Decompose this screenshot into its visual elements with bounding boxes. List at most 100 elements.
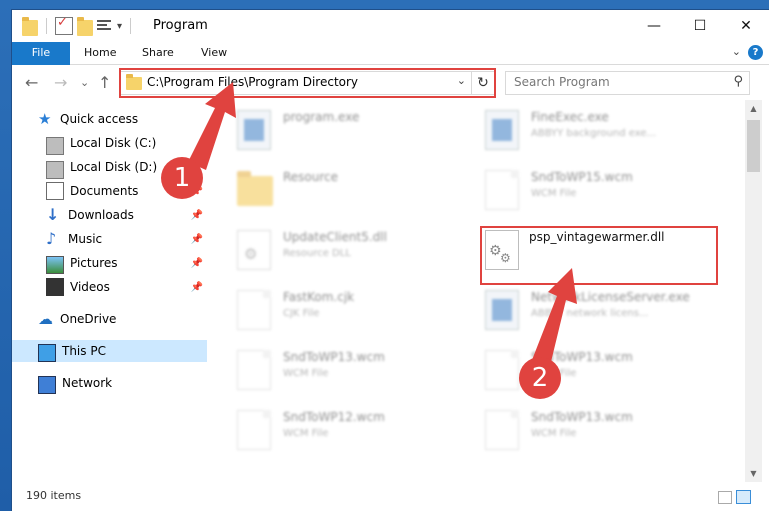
file-type: WCM File [283,368,329,379]
sidebar-item-label: Videos [70,280,110,294]
folder-icon [237,171,273,206]
file-type: WCM File [531,428,577,439]
help-icon[interactable]: ? [748,45,763,60]
pin-icon[interactable]: 📌 [191,234,203,245]
file-type: WCM File [531,188,577,199]
close-button[interactable]: ✕ [723,10,769,42]
search-box[interactable]: Search Program ⚲ [505,71,750,95]
star-icon: ★ [38,110,52,128]
forward-button[interactable]: → [54,73,67,92]
application-icon [485,110,519,150]
sidebar-item-label: Documents [70,184,139,198]
status-bar: 190 items [12,482,769,511]
document-icon [237,410,271,450]
tab-view[interactable]: View [189,42,239,64]
network-icon [38,376,56,394]
step-badge-2: 2 [519,357,561,399]
file-name: FineExec.exe [531,110,609,124]
pin-icon[interactable]: 📌 [191,258,203,269]
new-folder-icon[interactable] [77,17,93,36]
pc-icon [38,344,56,362]
pin-icon[interactable]: 📌 [191,210,203,221]
minimize-button[interactable]: — [631,10,677,42]
search-icon[interactable]: ⚲ [733,74,743,89]
properties-check-icon[interactable] [55,15,73,35]
pictures-icon [46,256,64,274]
sidebar-item-label: OneDrive [60,312,117,326]
sidebar-item-downloads[interactable]: ↓ Downloads 📌 [12,204,207,226]
tab-share[interactable]: Share [130,42,186,64]
file-item[interactable]: SndToWP15.wcm WCM File [469,162,709,218]
application-icon [237,110,271,150]
document-icon [485,410,519,450]
maximize-button[interactable]: ☐ [677,10,723,42]
window-controls: — ☐ ✕ [631,10,769,42]
scroll-up-arrow-icon[interactable]: ▲ [745,100,762,117]
folder-icon[interactable] [22,17,38,36]
file-item[interactable]: SndToWP12.wcm WCM File [221,402,461,458]
title-bar: ▾ Program — ☐ ✕ [12,10,769,42]
file-type: Resource DLL [283,248,351,259]
file-item[interactable]: SndToWP13.wcm WCM File [221,342,461,398]
file-name: SndToWP13.wcm [531,410,633,424]
document-icon [237,290,271,330]
qat-separator-2 [130,18,132,34]
up-button[interactable]: ↑ [98,73,111,92]
details-view-icon[interactable] [718,491,732,504]
cloud-icon: ☁ [38,310,53,328]
sidebar-item-pictures[interactable]: Pictures 📌 [12,252,207,274]
sidebar-item-label: Local Disk (D:) [70,160,158,174]
recent-locations-button[interactable]: ⌄ [80,76,89,89]
window-title: Program [153,18,208,33]
tab-home[interactable]: Home [72,42,128,64]
file-name: FastKom.cjk [283,290,355,304]
scroll-down-arrow-icon[interactable]: ▼ [745,465,762,482]
sidebar-item-label: Network [62,376,113,390]
document-icon [485,350,519,390]
file-item[interactable]: ⚙ UpdateClient5.dll Resource DLL [221,222,461,278]
back-button[interactable]: ← [25,73,38,92]
customize-icon[interactable] [97,18,113,34]
sidebar-item-videos[interactable]: Videos 📌 [12,276,207,298]
sidebar-item-this-pc[interactable]: This PC [12,340,207,362]
file-type: WCM File [283,428,329,439]
step-badge-1: 1 [161,157,203,199]
document-icon [485,170,519,210]
sidebar-item-network[interactable]: Network [12,372,207,394]
file-name: SndToWP12.wcm [283,410,385,424]
sidebar-item-music[interactable]: ♪ Music 📌 [12,228,207,250]
sidebar-item-onedrive[interactable]: ☁ OneDrive [12,308,207,330]
search-input[interactable]: Search Program [514,75,610,89]
sidebar-item-label: Quick access [60,112,139,126]
vertical-scrollbar[interactable]: ▲ ▼ [745,100,762,482]
videos-icon [46,278,64,296]
file-item[interactable]: FineExec.exe ABBYY background exe... [469,102,709,158]
sidebar-item-label: This PC [62,344,106,358]
disk-icon [46,137,64,155]
file-item[interactable]: SndToWP13.wcm WCM File [469,402,709,458]
file-type: ABBYY background exe... [531,128,657,139]
file-list: program.exe FineExec.exe ABBYY backgroun… [221,102,741,480]
file-item[interactable]: program.exe [221,102,461,158]
sidebar-item-local-disk-c[interactable]: Local Disk (C:) [12,132,207,155]
sidebar-item-label: Music [68,232,103,246]
scrollbar-thumb[interactable] [747,120,760,172]
document-icon [237,350,271,390]
folder-item[interactable]: Resource [221,162,461,218]
qat-dropdown-icon[interactable]: ▾ [117,21,122,32]
file-name: UpdateClient5.dll [283,230,387,244]
file-name: Resource [283,170,339,184]
file-item[interactable]: FastKom.cjk CJK File [221,282,461,338]
file-item[interactable]: SndToWP13.wcm WCM File [469,342,709,398]
file-item[interactable]: NetworkLicenseServer.exe ABBYY network l… [469,282,709,338]
address-bar-highlight [119,68,496,98]
documents-icon [46,182,64,200]
qat-separator [46,18,47,34]
expand-ribbon-chevron-icon[interactable]: ⌄ [732,45,741,58]
pin-icon[interactable]: 📌 [191,282,203,293]
file-name: SndToWP13.wcm [283,350,385,364]
application-icon [485,290,519,330]
sidebar-item-quick-access[interactable]: ★ Quick access [12,108,207,130]
large-icons-view-icon[interactable] [736,490,751,504]
file-type: ABBYY network licens... [531,308,649,319]
